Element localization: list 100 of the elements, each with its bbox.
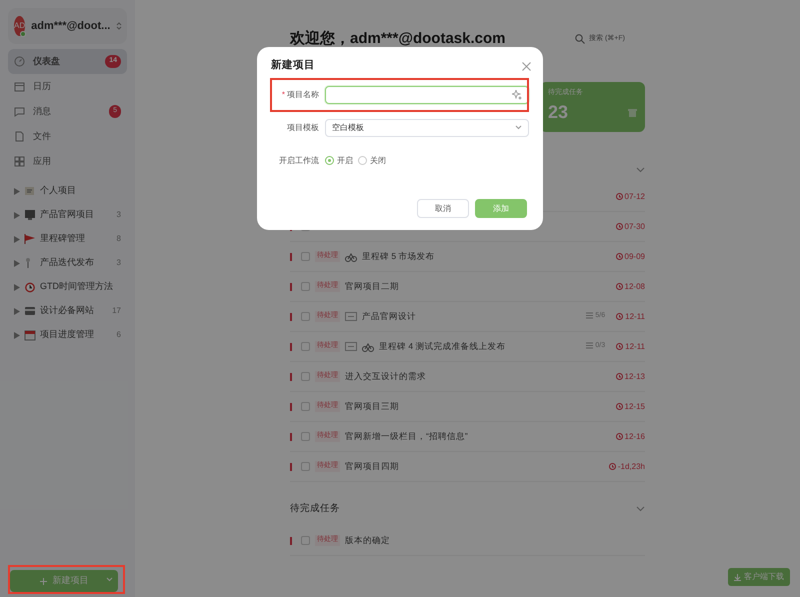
- task-checkbox[interactable]: [301, 372, 310, 381]
- task-checkbox[interactable]: [301, 252, 310, 261]
- task-title: 产品官网设计: [362, 310, 416, 323]
- priority-mark: [290, 342, 292, 350]
- task-title: 里程碑 5 市场发布: [362, 250, 434, 263]
- list-icon: [586, 342, 594, 349]
- download-icon: [734, 574, 741, 580]
- chevron-down-icon: [636, 506, 645, 512]
- switch-icon: [116, 21, 122, 31]
- user-panel[interactable]: AD adm***@doot...: [8, 8, 127, 44]
- task-checkbox[interactable]: [301, 312, 310, 321]
- priority-mark: [290, 402, 292, 410]
- expand-arrow-icon: [14, 284, 20, 290]
- project-item[interactable]: 里程碑管理 8: [8, 227, 127, 251]
- task-title: 官网新增一级栏目，“招聘信息”: [345, 430, 468, 443]
- due-date: 07-30: [616, 220, 645, 232]
- radio-button[interactable]: [325, 156, 334, 166]
- task-checkbox[interactable]: [301, 462, 310, 471]
- dialog-title: 新建项目: [271, 58, 315, 73]
- clock-icon: [616, 433, 623, 440]
- project-count: 17: [112, 305, 121, 317]
- expand-arrow-icon: [14, 236, 20, 242]
- clock-icon: [616, 283, 623, 290]
- calendar-icon: [24, 329, 36, 341]
- task-title: 进入交互设计的需求: [345, 370, 426, 383]
- project-count: 3: [116, 209, 121, 221]
- task-title: 官网项目二期: [345, 280, 399, 293]
- task-checkbox[interactable]: [301, 342, 310, 351]
- task-checkbox[interactable]: [301, 402, 310, 411]
- task-checkbox[interactable]: [301, 536, 310, 545]
- menu-item[interactable]: 日历: [8, 74, 127, 99]
- due-date: 09-09: [616, 250, 645, 262]
- priority-mark: [290, 252, 292, 260]
- bin-icon: [628, 108, 637, 116]
- project-item[interactable]: 产品官网项目 3: [8, 203, 127, 227]
- due-date: 12-08: [616, 280, 645, 292]
- clock-icon: [616, 223, 623, 230]
- chat-icon: [14, 106, 25, 117]
- text-field[interactable]: [325, 86, 529, 104]
- priority-mark: [290, 282, 292, 290]
- field-label: * 项目名称: [280, 88, 319, 101]
- task-title: 官网项目三期: [345, 400, 399, 413]
- due-date: 12-11: [616, 310, 645, 322]
- clock-icon: [608, 463, 616, 470]
- priority-mark: [290, 462, 292, 470]
- close-icon: [522, 62, 531, 71]
- radio-label: 开启: [337, 154, 353, 167]
- priority-mark: [290, 432, 292, 440]
- bicycle-icon: [345, 252, 357, 262]
- radio-label: 关闭: [370, 154, 386, 167]
- clock-icon: [616, 343, 624, 350]
- project-item[interactable]: 个人项目: [8, 179, 127, 203]
- clock-icon: [616, 313, 624, 320]
- project-count: 8: [116, 233, 121, 245]
- project-item[interactable]: GTD时间管理方法: [8, 275, 127, 299]
- notepad-icon: [24, 185, 36, 197]
- bicycle-icon: [362, 342, 374, 352]
- alarm-clock-icon: [24, 281, 36, 293]
- section-title: 待完成任务: [290, 502, 340, 516]
- cancel-button[interactable]: 取消: [417, 199, 469, 218]
- project-item[interactable]: 产品迭代发布 3: [8, 251, 127, 275]
- project-item[interactable]: 项目进度管理 6: [8, 323, 127, 347]
- user-name: adm***@doot...: [31, 18, 110, 34]
- task-title: 版本的确定: [345, 534, 390, 547]
- sparkle-icon: [512, 90, 522, 100]
- project-item[interactable]: 设计必备网站 17: [8, 299, 127, 323]
- avatar: AD: [14, 16, 26, 36]
- required-mark: *: [282, 90, 285, 99]
- stat-value: 23: [548, 100, 568, 124]
- plus-icon: [40, 578, 46, 584]
- radio-option[interactable]: 开启: [325, 154, 353, 167]
- radio-button[interactable]: [358, 156, 367, 166]
- monitor-icon: [24, 209, 36, 221]
- task-title: 里程碑 4 测试完成准备线上发布: [379, 340, 506, 353]
- project-count: 3: [116, 257, 121, 269]
- file-icon: [14, 131, 25, 142]
- task-checkbox[interactable]: [301, 432, 310, 441]
- menu-item[interactable]: 应用: [8, 149, 127, 174]
- priority-mark: [290, 536, 292, 544]
- field-label: 开启工作流: [278, 154, 319, 167]
- expand-arrow-icon: [14, 332, 20, 338]
- priority-mark: [290, 372, 292, 380]
- clock-icon: [616, 193, 623, 200]
- expand-arrow-icon: [14, 188, 20, 194]
- due-date: 12-11: [616, 340, 645, 352]
- expand-arrow-icon: [14, 308, 20, 314]
- task-checkbox[interactable]: [301, 282, 310, 291]
- flag-icon: [24, 233, 36, 245]
- due-date: 12-13: [616, 370, 645, 382]
- project-count: 6: [116, 329, 121, 341]
- clock-icon: [616, 373, 623, 380]
- template-select[interactable]: 空白模板: [325, 118, 529, 137]
- menu-item[interactable]: 文件: [8, 124, 127, 149]
- dashboard-icon: [14, 56, 25, 67]
- radio-option[interactable]: 关闭: [358, 154, 386, 167]
- clock-icon: [616, 253, 623, 260]
- expand-arrow-icon: [14, 260, 20, 266]
- grid-icon: [14, 156, 25, 167]
- due-date: 12-16: [616, 430, 645, 442]
- list-icon: [586, 312, 594, 319]
